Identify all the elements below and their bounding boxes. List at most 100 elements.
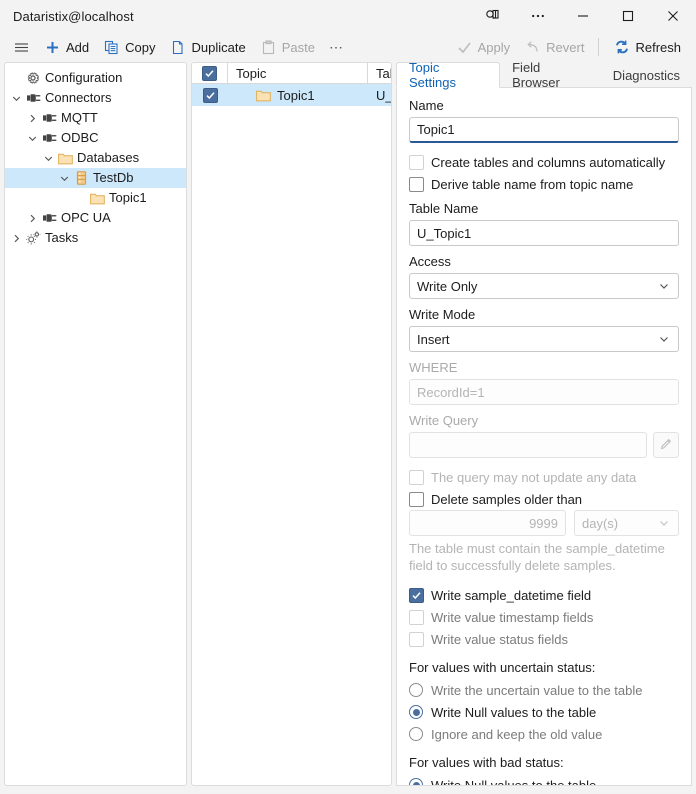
write-sample-datetime-row[interactable]: Write sample_datetime field — [409, 584, 679, 606]
hamburger-menu-button[interactable] — [6, 35, 37, 59]
radio-uncertain-write-value[interactable] — [409, 683, 423, 697]
uncertain-option-0-label: Write the uncertain value to the table — [431, 682, 643, 698]
bad-option-write-null[interactable]: Write Null values to the table — [409, 774, 679, 786]
uncertain-option-1-label: Write Null values to the table — [431, 704, 597, 720]
tree-item-topic1[interactable]: Topic1 — [5, 188, 186, 208]
tree-item-label: Topic1 — [109, 190, 147, 205]
delete-samples-label: Delete samples older than — [431, 491, 583, 507]
table-name-input[interactable]: U_Topic1 — [409, 220, 679, 246]
create-tables-checkbox[interactable] — [409, 154, 424, 170]
apply-button: Apply — [449, 35, 518, 59]
access-select[interactable]: Write Only — [409, 273, 679, 299]
main-body: Configuration Connectors MQTT ODBC Databases… — [0, 60, 696, 794]
tree-item-configuration[interactable]: Configuration — [5, 68, 186, 88]
delete-samples-checkbox[interactable] — [409, 491, 424, 507]
select-all-checkbox[interactable] — [202, 65, 217, 81]
tree-item-connectors[interactable]: Connectors — [5, 88, 186, 108]
radio-bad-write-null[interactable] — [409, 778, 423, 785]
derive-table-name-label: Derive table name from topic name — [431, 176, 634, 192]
chevron-down-icon[interactable] — [57, 173, 72, 184]
row-select-cell[interactable] — [192, 84, 228, 106]
tree-item-testdb[interactable]: TestDb — [5, 168, 186, 188]
write-mode-select[interactable]: Insert — [409, 326, 679, 352]
plug-icon — [40, 132, 58, 144]
radio-uncertain-ignore[interactable] — [409, 727, 423, 741]
copy-button[interactable]: Copy — [96, 35, 162, 59]
write-mode-value: Insert — [417, 331, 450, 347]
tree-item-label: Tasks — [45, 230, 79, 245]
chevron-down-icon — [658, 333, 670, 345]
column-header-topic[interactable]: Topic — [228, 63, 368, 83]
write-mode-label: Write Mode — [409, 307, 476, 322]
settings-panel: Topic Settings Field Browser Diagnostics… — [396, 60, 692, 786]
delete-unit-value: day(s) — [582, 515, 619, 531]
chevron-down-icon[interactable] — [41, 153, 56, 164]
duplicate-button[interactable]: Duplicate — [163, 35, 253, 59]
tree-item-databases[interactable]: Databases — [5, 148, 186, 168]
chevron-right-icon[interactable] — [25, 213, 40, 224]
uncertain-option-ignore[interactable]: Ignore and keep the old value — [409, 723, 679, 745]
select-all-header-cell[interactable] — [192, 63, 228, 83]
toolbar-overflow-button[interactable]: ⋯ — [322, 35, 350, 59]
tab-topic-settings[interactable]: Topic Settings — [396, 60, 501, 90]
tree-item-mqtt[interactable]: MQTT — [5, 108, 186, 128]
create-tables-row[interactable]: Create tables and columns automatically — [409, 151, 679, 173]
radio-uncertain-write-null[interactable] — [409, 705, 423, 719]
where-label: WHERE — [409, 360, 458, 375]
column-header-table[interactable]: Table — [368, 63, 391, 83]
derive-table-name-row[interactable]: Derive table name from topic name — [409, 173, 679, 195]
paste-icon — [260, 39, 277, 56]
tree-item-label: OPC UA — [61, 210, 111, 225]
delete-samples-hint: The table must contain the sample_dateti… — [409, 541, 665, 573]
apply-label: Apply — [477, 39, 511, 55]
database-icon — [72, 171, 90, 185]
tab-diagnostics[interactable]: Diagnostics — [601, 62, 692, 88]
refresh-icon — [613, 39, 630, 56]
write-value-status-checkbox — [409, 631, 424, 647]
plug-icon — [40, 212, 58, 224]
row-table-cell[interactable]: U_Topic1 — [368, 84, 391, 106]
chevron-down-icon[interactable] — [25, 133, 40, 144]
add-label: Add — [66, 39, 90, 55]
tree-item-opc-ua[interactable]: OPC UA — [5, 208, 186, 228]
name-input[interactable]: Topic1 — [409, 117, 679, 143]
tree-item-label: TestDb — [93, 170, 134, 185]
add-button[interactable]: Add — [37, 35, 96, 59]
chevron-right-icon[interactable] — [25, 113, 40, 124]
plus-icon — [44, 39, 61, 56]
delete-samples-row[interactable]: Delete samples older than — [409, 488, 679, 510]
refresh-button[interactable]: Refresh — [606, 35, 688, 59]
folder-icon — [56, 152, 74, 165]
close-icon[interactable] — [650, 0, 696, 32]
no-update-checkbox — [409, 469, 424, 485]
paste-label: Paste — [281, 39, 315, 55]
window-controls — [470, 0, 696, 32]
tab-field-browser[interactable]: Field Browser — [500, 60, 601, 90]
tree-item-label: MQTT — [61, 110, 98, 125]
tree-item-label: Connectors — [45, 90, 112, 105]
copy-label: Copy — [125, 39, 156, 55]
table-row[interactable]: Topic1 U_Topic1 — [192, 84, 391, 106]
delete-age-input: 9999 — [409, 510, 566, 536]
no-update-label: The query may not update any data — [431, 469, 637, 485]
no-update-row: The query may not update any data — [409, 466, 679, 488]
tree-item-odbc[interactable]: ODBC — [5, 128, 186, 148]
chevron-down-icon[interactable] — [9, 93, 24, 104]
window-title: Dataristix@localhost — [13, 8, 134, 24]
folder-icon — [88, 192, 106, 205]
row-checkbox[interactable] — [202, 87, 218, 103]
uncertain-status-label: For values with uncertain status: — [409, 660, 596, 675]
uncertain-option-write-null[interactable]: Write Null values to the table — [409, 701, 679, 723]
annotate-icon[interactable] — [470, 0, 515, 32]
bad-option-0-label: Write Null values to the table — [431, 777, 597, 786]
maximize-icon[interactable] — [605, 0, 650, 32]
write-value-timestamp-label: Write value timestamp fields — [431, 609, 594, 625]
derive-table-name-checkbox[interactable] — [409, 176, 424, 192]
row-topic-cell[interactable]: Topic1 — [228, 84, 368, 106]
write-sample-datetime-checkbox[interactable] — [409, 587, 424, 603]
uncertain-option-write-value[interactable]: Write the uncertain value to the table — [409, 679, 679, 701]
tree-item-tasks[interactable]: Tasks — [5, 228, 186, 248]
chevron-right-icon[interactable] — [9, 233, 24, 244]
more-icon[interactable] — [515, 0, 560, 32]
minimize-icon[interactable] — [560, 0, 605, 32]
